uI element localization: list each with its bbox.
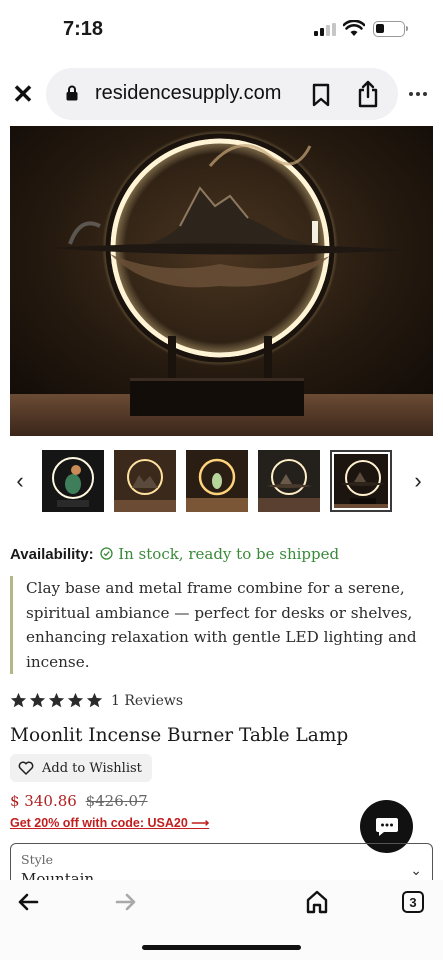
star-icon — [10, 692, 27, 708]
product-title: Moonlit Incense Burner Table Lamp — [10, 725, 349, 746]
lock-icon — [66, 85, 78, 101]
bookmark-icon[interactable] — [311, 83, 331, 107]
forward-arrow-icon[interactable] — [114, 890, 138, 914]
wifi-icon — [343, 20, 365, 36]
address-bar-row: ✕ residencesupply.com — [0, 66, 443, 122]
home-indicator — [142, 945, 301, 950]
reviews[interactable]: 1 Reviews — [10, 692, 183, 709]
status-time: 7:18 — [63, 18, 104, 40]
thumbnail-1[interactable] — [42, 450, 104, 512]
thumbnail-2[interactable] — [114, 450, 176, 512]
star-icon — [48, 692, 65, 708]
signal-icon — [314, 23, 336, 36]
status-bar: 7:18 — [0, 0, 443, 60]
availability-status: In stock, ready to be shipped — [118, 545, 340, 563]
share-icon[interactable] — [357, 80, 379, 108]
star-icon — [67, 692, 84, 708]
thumbnail-5[interactable] — [330, 450, 392, 512]
browser-toolbar: 3 — [0, 880, 443, 960]
chat-icon — [375, 817, 398, 836]
thumbnail-carousel: ‹ › — [0, 446, 443, 516]
close-icon[interactable]: ✕ — [10, 79, 36, 109]
style-label: Style — [21, 852, 54, 867]
tabs-button[interactable]: 3 — [402, 891, 424, 913]
review-count: 1 Reviews — [111, 692, 184, 709]
back-arrow-icon[interactable] — [16, 890, 40, 914]
heart-icon — [18, 761, 34, 775]
star-rating — [10, 692, 103, 709]
availability-label: Availability: — [10, 546, 94, 563]
add-to-wishlist-button[interactable]: Add to Wishlist — [10, 754, 152, 782]
address-bar[interactable]: residencesupply.com — [46, 68, 398, 120]
url-text: residencesupply.com — [95, 82, 282, 104]
more-icon[interactable] — [409, 92, 427, 96]
price: $ 340.86 $426.07 — [10, 792, 148, 810]
chevron-left-icon[interactable]: ‹ — [10, 468, 30, 494]
price-original: $426.07 — [85, 792, 148, 810]
star-icon — [86, 692, 103, 708]
star-icon — [29, 692, 46, 708]
product-description: Clay base and metal frame combine for a … — [10, 576, 420, 675]
availability: Availability: In stock, ready to be ship… — [10, 545, 339, 563]
thumbnail-4[interactable] — [258, 450, 320, 512]
thumbnail-3[interactable] — [186, 450, 248, 512]
home-icon[interactable] — [305, 889, 329, 915]
promo-code-link[interactable]: Get 20% off with code: USA20 ⟶ — [10, 815, 209, 830]
wishlist-label: Add to Wishlist — [42, 760, 142, 776]
check-circle-icon — [100, 547, 114, 560]
battery-icon — [373, 21, 408, 37]
chevron-down-icon: ⌄ — [410, 862, 422, 878]
price-current: $ 340.86 — [10, 792, 77, 810]
chevron-right-icon[interactable]: › — [408, 468, 428, 494]
product-main-image[interactable] — [10, 126, 433, 436]
